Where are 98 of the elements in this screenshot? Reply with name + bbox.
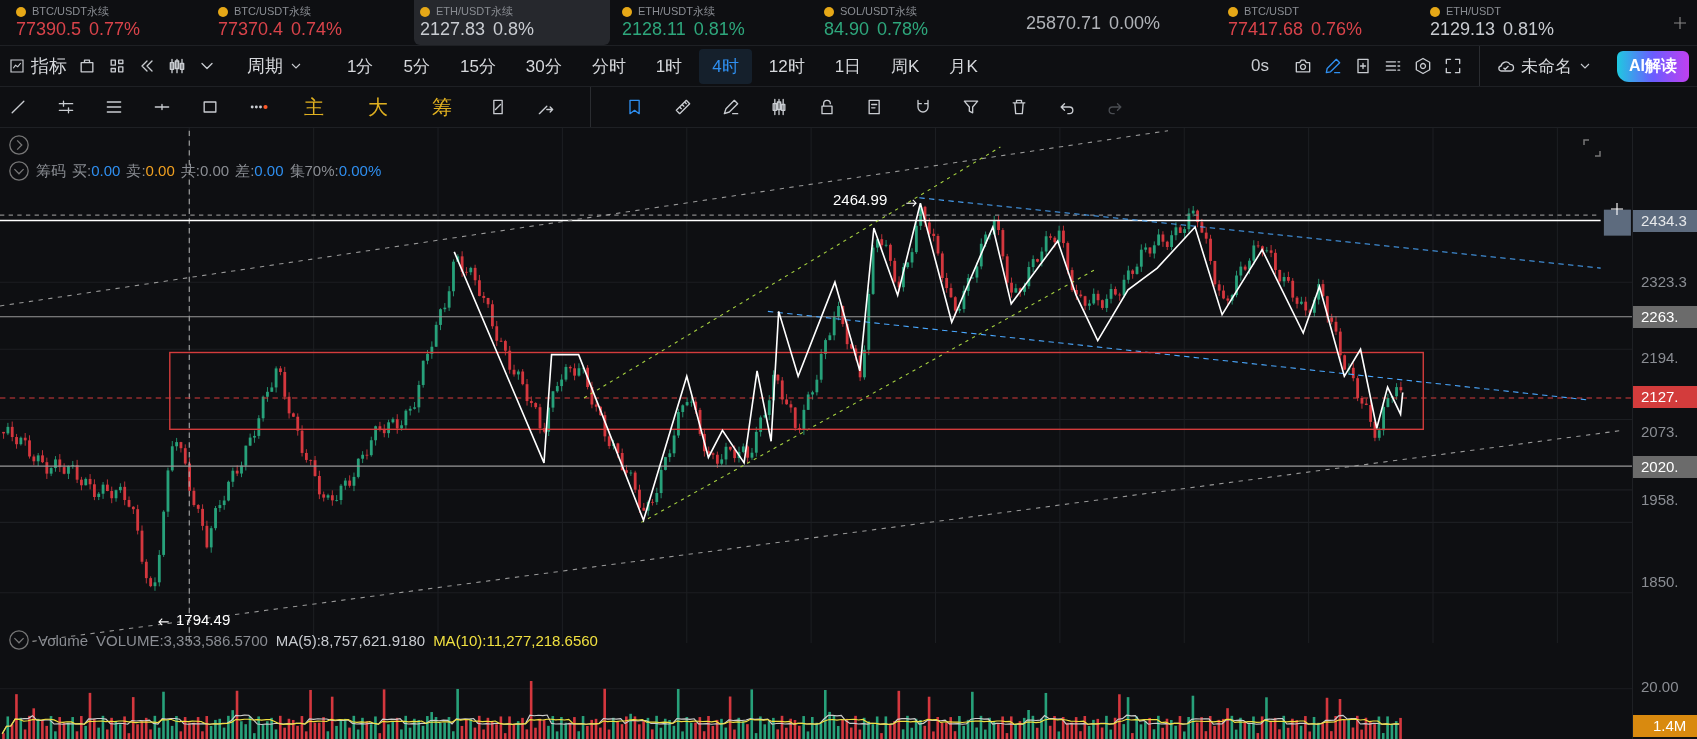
ticker-tab[interactable]: ETH/USDT 2129.13 0.81% <box>1424 0 1620 45</box>
volume-legend-value: MA(10):11,277,218.6560 <box>433 631 598 649</box>
ruler-icon[interactable] <box>673 97 693 117</box>
indicator-name: 筹码 <box>36 161 66 181</box>
ticker-price: 2128.11 <box>622 18 686 40</box>
ticker-price: 77417.68 <box>1228 18 1304 40</box>
coin-icon <box>622 6 632 17</box>
ticker-price: 84.90 <box>824 18 870 40</box>
ticker-price: 2129.13 <box>1430 18 1496 40</box>
ticker-change: 0.00% <box>1109 11 1161 34</box>
ticker-name: BTC/USDT <box>1244 5 1299 18</box>
layout-dropdown[interactable]: 未命名 <box>1496 54 1593 78</box>
arrow-icon <box>158 618 170 626</box>
interval-tab[interactable]: 1时 <box>642 48 696 84</box>
interval-tab[interactable]: 1日 <box>821 48 875 84</box>
ticker-price: 2127.83 <box>420 18 486 40</box>
coin-icon <box>420 6 430 17</box>
collapse-icon[interactable] <box>8 160 30 182</box>
low-price-label: 1794.49 <box>176 611 231 628</box>
price-axis-label: 2263. <box>1633 306 1697 328</box>
price-axis-label: 2020. <box>1633 456 1697 478</box>
candlestick-icon[interactable] <box>167 56 187 76</box>
indicator-value: 差:0.00 <box>235 161 284 181</box>
price-axis-label: 1958. <box>1640 490 1680 510</box>
ticker-price: 77370.4 <box>218 18 284 40</box>
ticker-change: 0.81% <box>1503 18 1555 40</box>
volume-legend-value: MA(5):8,757,621.9180 <box>275 631 426 649</box>
interval-tab[interactable]: 15分 <box>446 48 509 84</box>
volume-legend-value: VOLUME:3,353,586.5700 <box>96 631 268 649</box>
ticker-change: 0.81% <box>693 18 745 40</box>
interval-tab[interactable]: 30分 <box>512 48 575 84</box>
ticker-name: ETH/USDT永续 <box>436 5 513 18</box>
interval-tab[interactable]: 1分 <box>334 48 387 84</box>
ticker-price: 77390.5 <box>16 18 82 40</box>
high-price-label: 2464.99 <box>833 191 888 208</box>
collapse-icon[interactable] <box>8 629 30 651</box>
add-icon[interactable] <box>1608 200 1626 218</box>
countdown: 0s <box>1251 56 1269 76</box>
chart-mode-button[interactable]: 主 <box>296 93 332 121</box>
interval-tab[interactable]: 4时 <box>699 48 752 84</box>
interval-tab[interactable]: 12时 <box>755 48 818 84</box>
pencil-icon[interactable] <box>1323 56 1343 76</box>
ticker-price: 25870.71 <box>1026 11 1102 34</box>
ticker-tab[interactable]: BTC/USDT 77417.68 0.76% <box>1222 0 1418 45</box>
volume-indicator-name: Volume <box>38 631 89 649</box>
fullscreen-icon[interactable] <box>1443 56 1463 76</box>
coin-icon <box>1228 6 1238 17</box>
indicator-value: 卖:0.00 <box>126 161 175 181</box>
ticker-change: 0.8% <box>493 18 535 40</box>
interval-tab[interactable]: 周K <box>878 48 933 84</box>
price-axis-label: 2434.3 <box>1633 210 1697 232</box>
ticker-change: 0.77% <box>89 18 141 40</box>
price-axis-label: 2194. <box>1640 348 1680 368</box>
add-line-button[interactable] <box>1603 209 1631 236</box>
ticker-change: 0.76% <box>1311 18 1363 40</box>
price-axis-label: 2323.3 <box>1640 272 1688 292</box>
indicator-value: 共:0.00 <box>180 161 230 181</box>
indicator-value: 买:0.00 <box>72 161 121 181</box>
ticker-name: BTC/USDT永续 <box>32 5 109 18</box>
indicator-button[interactable]: 指标 <box>8 54 67 78</box>
interval-tab[interactable]: 5分 <box>390 48 443 84</box>
arrow-icon <box>905 199 917 207</box>
ticker-tab[interactable]: ETH/USDT永续 2127.83 0.8% <box>414 0 610 45</box>
ticker-tab[interactable]: ETH/USDT永续 2128.11 0.81% <box>616 0 812 45</box>
ticker-tab[interactable]: SOL/USDT永续 84.90 0.78% <box>818 0 1014 45</box>
indicator-value: 集70%:0.00% <box>289 161 382 181</box>
chart-mode-button[interactable]: 大 <box>360 93 396 121</box>
period-dropdown[interactable]: 周期 <box>247 54 304 78</box>
interval-tab[interactable]: 月K <box>936 48 991 84</box>
ticker-change: 0.74% <box>291 18 343 40</box>
ticker-name: ETH/USDT <box>1446 5 1501 18</box>
trend-line[interactable] <box>918 197 1602 269</box>
ticker-name: ETH/USDT永续 <box>638 5 715 18</box>
ticker-tab[interactable]: BTC/USDT永续 77390.5 0.77% <box>10 0 206 45</box>
ticker-name: SOL/USDT永续 <box>840 5 917 18</box>
price-axis-label: 2127. <box>1633 386 1697 408</box>
chart-mode-button[interactable]: 筹 <box>424 93 460 121</box>
settings-icon[interactable] <box>1413 56 1433 76</box>
interval-tab[interactable]: 分时 <box>578 48 639 84</box>
ticker-tab[interactable]: BTC/USDT永续 77370.4 0.74% <box>212 0 408 45</box>
ticker-change: 0.78% <box>877 18 929 40</box>
horizontal-line[interactable] <box>0 316 1632 318</box>
eraser-icon[interactable] <box>721 97 741 117</box>
coin-icon <box>824 6 834 17</box>
coin-icon <box>218 6 228 17</box>
ai-button[interactable]: AI解读 <box>1617 50 1689 82</box>
coin-icon <box>1430 6 1440 17</box>
price-axis-label: 2073. <box>1640 422 1680 442</box>
chart-icon <box>8 57 26 75</box>
price-axis-label: 1.4M <box>1633 715 1697 737</box>
price-axis-label: 1850. <box>1640 572 1680 592</box>
expand-icon[interactable] <box>8 134 30 156</box>
coin-icon <box>16 6 26 17</box>
channel-line[interactable] <box>583 146 1001 399</box>
price-axis-label: 20.00 <box>1640 677 1680 697</box>
ticker-tab[interactable]: 25870.71 0.00% <box>1020 0 1216 45</box>
ticker-name: BTC/USDT永续 <box>234 5 311 18</box>
range-box[interactable] <box>169 351 1424 431</box>
